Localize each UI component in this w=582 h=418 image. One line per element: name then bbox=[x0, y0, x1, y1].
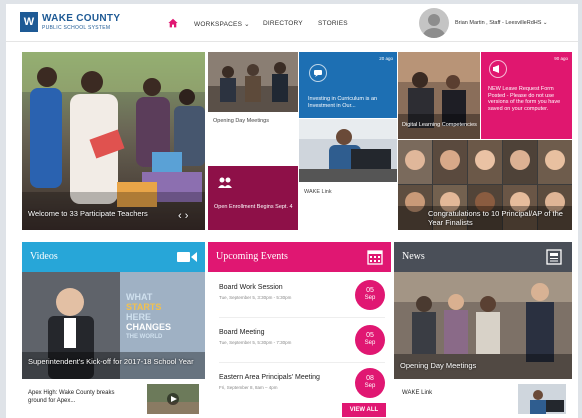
news-title: News bbox=[402, 251, 425, 262]
videos-header: Videos bbox=[22, 242, 205, 272]
chat-icon bbox=[309, 64, 327, 82]
open-enrollment-tile[interactable]: Open Enrollment Begins Sept. 4 bbox=[208, 166, 298, 230]
apex-video-thumbnail bbox=[147, 384, 199, 414]
nav-workspaces[interactable]: WORKSPACES ⌄ bbox=[194, 20, 250, 28]
videos-title: Videos bbox=[30, 251, 58, 262]
event-date-badge: 05 Sep bbox=[355, 280, 385, 310]
slogan-line-1: WHAT bbox=[126, 292, 153, 302]
wake-link-label: WAKE Link bbox=[304, 189, 332, 195]
slogan-line-3: HERE bbox=[126, 312, 152, 322]
curriculum-text: Investing in Curriculum is an Investment… bbox=[308, 96, 378, 109]
news-feature[interactable]: Opening Day Meetings bbox=[394, 272, 572, 379]
events-title: Upcoming Events bbox=[216, 251, 288, 262]
leave-request-tile[interactable]: 90 ago NEW Leave Request Form Posted - P… bbox=[481, 52, 572, 139]
news-list-thumbnail bbox=[518, 384, 566, 414]
portal-page: W WAKE COUNTY PUBLIC SCHOOL SYSTEM WORKS… bbox=[6, 4, 578, 418]
slogan-line-5: THE WORLD bbox=[126, 334, 163, 340]
user-avatar[interactable] bbox=[419, 8, 449, 38]
top-header: W WAKE COUNTY PUBLIC SCHOOL SYSTEM WORKS… bbox=[6, 4, 578, 42]
event-date-badge: 05 Sep bbox=[355, 325, 385, 355]
hero-photo bbox=[22, 52, 205, 230]
event-item[interactable]: Board Work Session Tue, September 5, 3:3… bbox=[213, 274, 391, 318]
opening-day-label: Opening Day Meetings bbox=[213, 118, 269, 124]
videos-feature[interactable]: WHAT STARTS HERE CHANGES THE WORLD Super… bbox=[22, 272, 205, 379]
event-title: Eastern Area Principals' Meeting bbox=[219, 374, 320, 381]
calendar-icon[interactable] bbox=[367, 249, 383, 265]
hero-tile[interactable]: Welcome to 33 Participate Teachers ‹ › bbox=[22, 52, 205, 230]
hero-caption: Welcome to 33 Participate Teachers bbox=[28, 209, 148, 218]
newspaper-icon[interactable] bbox=[546, 249, 562, 265]
event-month: Sep bbox=[364, 340, 376, 346]
leave-request-text: NEW Leave Request Form Posted - Please d… bbox=[488, 86, 561, 112]
nav-directory[interactable]: DIRECTORY bbox=[263, 20, 303, 27]
divider bbox=[219, 317, 385, 318]
digital-learning-tile[interactable]: Digital Learning Competencies bbox=[398, 52, 480, 139]
event-day: 05 bbox=[366, 332, 374, 339]
event-item[interactable]: Eastern Area Principals' Meeting Fri, Se… bbox=[213, 364, 391, 402]
group-icon bbox=[218, 177, 232, 188]
user-menu[interactable]: Brian Martin , Staff - LeesvilleRdHS ⌄ bbox=[455, 20, 548, 26]
open-enrollment-text: Open Enrollment Begins Sept. 4 bbox=[214, 204, 293, 210]
event-time: Fri, September 8, 8am – 4pm bbox=[219, 385, 278, 390]
event-time: Tue, September 5, 5:30pm - 7:30pm bbox=[219, 340, 292, 345]
curriculum-ago: 20 ago bbox=[379, 56, 393, 61]
slogan-line-2: STARTS bbox=[126, 302, 162, 312]
opening-day-photo bbox=[208, 52, 298, 112]
news-list-item[interactable]: WAKE Link bbox=[394, 380, 572, 418]
carousel-arrows[interactable]: ‹ › bbox=[178, 211, 188, 221]
nav-stories[interactable]: STORIES bbox=[318, 20, 348, 27]
logo-title[interactable]: WAKE COUNTY bbox=[42, 13, 120, 24]
wake-link-photo bbox=[299, 119, 397, 182]
digital-learning-text: Digital Learning Competencies bbox=[402, 122, 477, 128]
videos-feature-caption: Superintendent's Kick-off for 2017-18 Sc… bbox=[28, 357, 194, 366]
leave-request-ago: 90 ago bbox=[554, 56, 568, 61]
event-month: Sep bbox=[364, 295, 376, 301]
event-day: 08 bbox=[366, 375, 374, 382]
event-item[interactable]: Board Meeting Tue, September 5, 5:30pm -… bbox=[213, 319, 391, 363]
video-slogan: WHAT STARTS HERE CHANGES THE WORLD bbox=[126, 292, 171, 342]
opening-day-tile[interactable]: Opening Day Meetings bbox=[208, 52, 298, 165]
news-feature-caption: Opening Day Meetings bbox=[400, 361, 477, 370]
event-title: Board Work Session bbox=[219, 284, 283, 291]
event-time: Tue, September 5, 3:30pm - 5:30pm bbox=[219, 295, 292, 300]
logo-subtitle: PUBLIC SCHOOL SYSTEM bbox=[42, 25, 111, 31]
news-header: News bbox=[394, 242, 572, 272]
video-list-item-text: Apex High: Wake County breaks ground for… bbox=[28, 390, 115, 404]
event-title: Board Meeting bbox=[219, 329, 265, 336]
video-list-item[interactable]: Apex High: Wake County breaks ground for… bbox=[22, 380, 205, 418]
event-date-badge: 08 Sep bbox=[355, 368, 385, 398]
divider bbox=[219, 362, 385, 363]
wake-link-tile[interactable]: WAKE Link bbox=[299, 119, 397, 230]
megaphone-icon bbox=[489, 60, 507, 78]
user-silhouette-icon bbox=[423, 14, 445, 38]
video-camera-icon[interactable] bbox=[177, 251, 197, 263]
news-list-item-text: WAKE Link bbox=[402, 390, 433, 396]
event-month: Sep bbox=[364, 383, 376, 389]
curriculum-tile[interactable]: 20 ago Investing in Curriculum is an Inv… bbox=[299, 52, 397, 118]
slogan-line-4: CHANGES bbox=[126, 322, 172, 332]
finalists-caption: Congratulations to 10 Principal/AP of th… bbox=[428, 209, 563, 227]
wcpss-logo[interactable]: W bbox=[20, 12, 38, 32]
finalists-tile[interactable]: Congratulations to 10 Principal/AP of th… bbox=[398, 140, 572, 230]
home-icon[interactable] bbox=[168, 18, 178, 28]
event-day: 05 bbox=[366, 287, 374, 294]
events-header: Upcoming Events bbox=[208, 242, 391, 272]
view-all-events-button[interactable]: VIEW ALL bbox=[342, 403, 386, 417]
